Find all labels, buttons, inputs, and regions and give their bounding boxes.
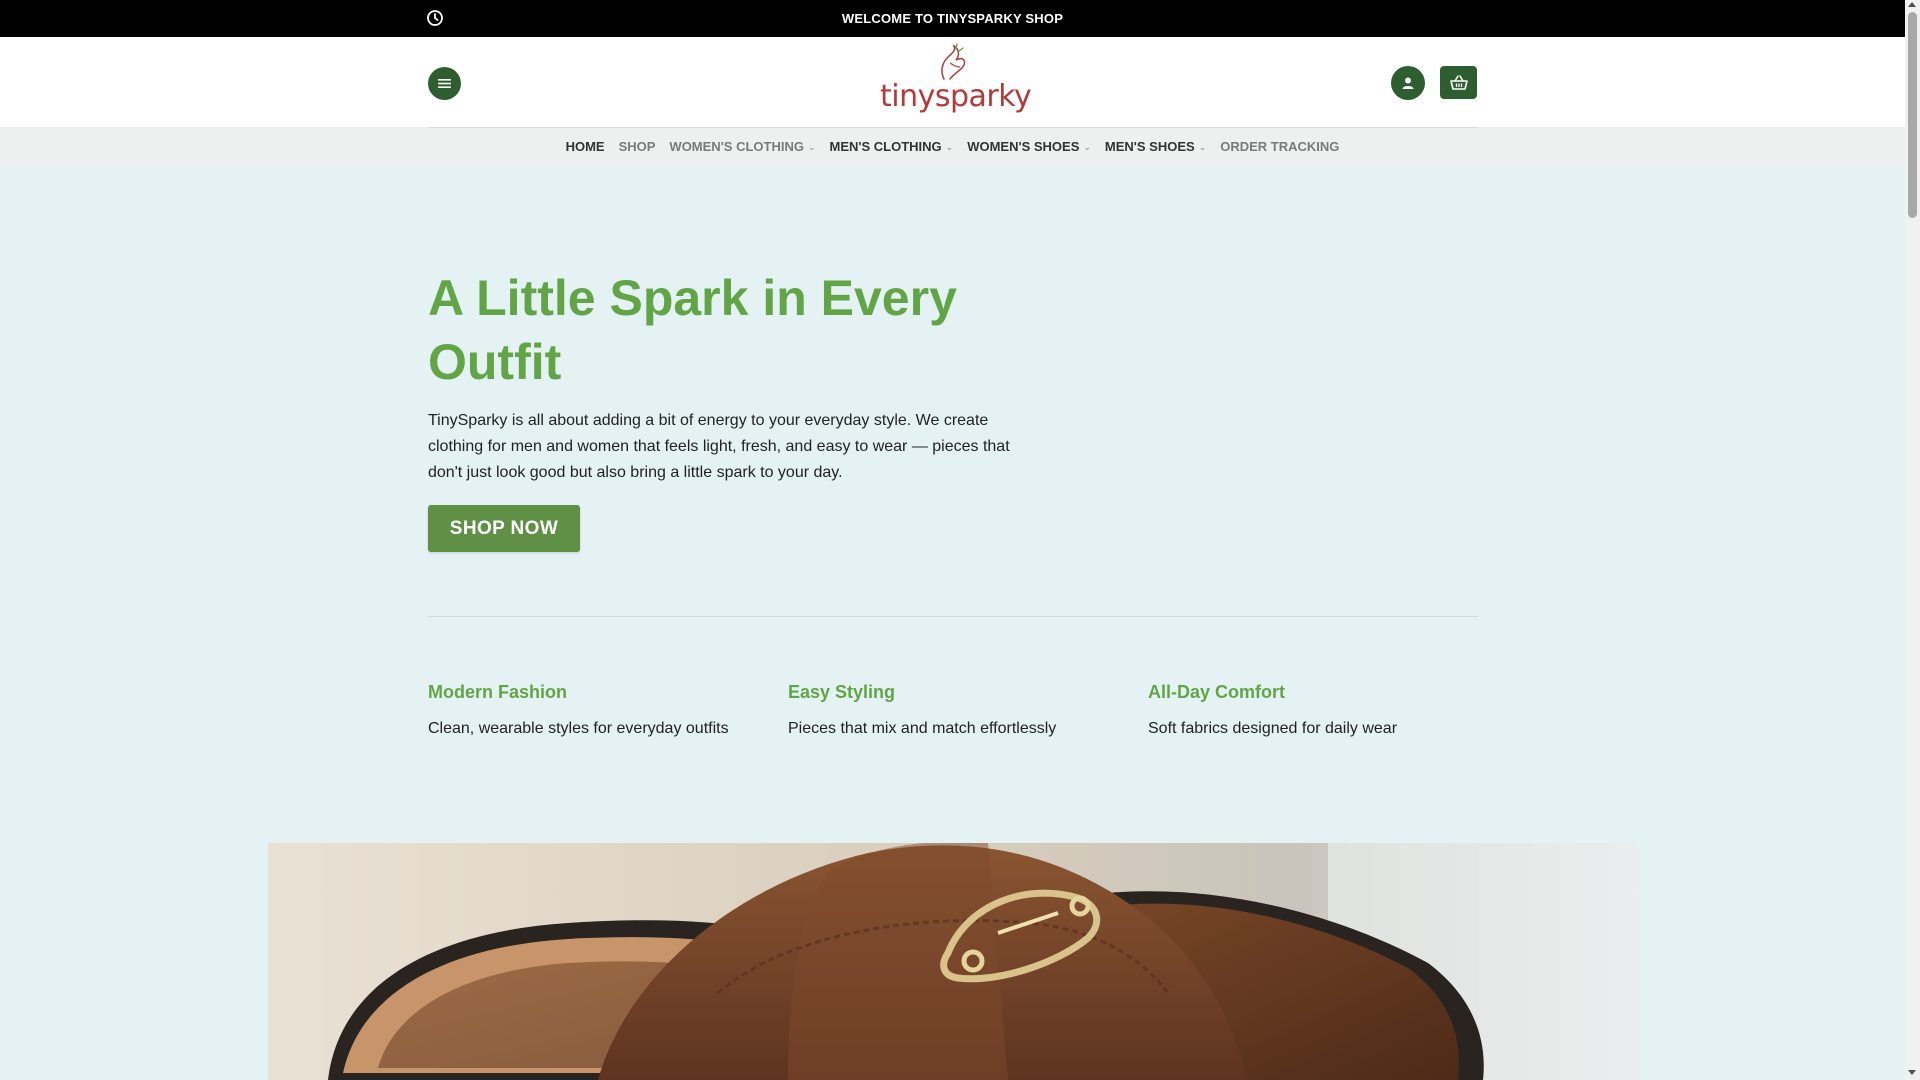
nav-shop[interactable]: SHOP: [619, 139, 656, 154]
feature-text: Pieces that mix and match effortlessly: [788, 720, 1057, 737]
hamburger-icon: [438, 79, 451, 88]
account-button[interactable]: [1391, 66, 1425, 100]
nav-order-tracking[interactable]: ORDER TRACKING: [1220, 139, 1339, 154]
logo-wordmark: tinysparky: [880, 79, 1032, 114]
feature-title: Modern Fashion: [428, 682, 567, 702]
nav-womens-shoes[interactable]: WOMEN'S SHOES ⌄: [967, 139, 1091, 154]
nav-womens-clothing-label: WOMEN'S CLOTHING: [669, 139, 804, 154]
nav-mens-shoes-label: MEN'S SHOES: [1104, 139, 1195, 154]
feature-title: Easy Styling: [788, 682, 896, 702]
nav-mens-shoes[interactable]: MEN'S SHOES ⌄: [1105, 139, 1206, 154]
nav-divider: [428, 127, 1478, 128]
shop-now-button[interactable]: SHOP NOW: [428, 505, 580, 552]
feature-easy-styling: Easy Styling Pieces that mix and match e…: [788, 682, 1108, 738]
feature-text: Soft fabrics designed for daily wear: [1148, 720, 1398, 737]
user-icon: [1402, 77, 1414, 89]
hero-banner-image: [268, 843, 1638, 1080]
nav-womens-clothing[interactable]: WOMEN'S CLOTHING ⌄: [669, 139, 815, 154]
nav-home[interactable]: HOME: [566, 139, 605, 154]
basket-icon: [1449, 74, 1468, 90]
feature-title: All-Day Comfort: [1148, 682, 1286, 702]
chevron-down-icon: ⌄: [945, 142, 954, 152]
chevron-down-icon: ⌄: [1198, 142, 1207, 152]
site-logo[interactable]: tinysparky: [880, 43, 1032, 119]
feature-modern-fashion: Modern Fashion Clean, wearable styles fo…: [428, 682, 748, 738]
cart-button[interactable]: [1440, 66, 1477, 99]
chevron-down-icon: ⌄: [1083, 142, 1091, 152]
nav-shop-label: SHOP: [618, 139, 656, 154]
welcome-text: WELCOME TO TINYSPARKY SHOP: [841, 11, 1064, 26]
announcement-bar: WELCOME TO TINYSPARKY SHOP: [0, 0, 1905, 37]
loafer-shoes-image: [268, 843, 1638, 1080]
menu-button[interactable]: [428, 67, 461, 100]
chevron-down-icon: ⌄: [807, 142, 816, 152]
nav-mens-clothing[interactable]: MEN'S CLOTHING ⌄: [830, 139, 954, 154]
logo-hand-icon: [941, 43, 966, 80]
hero-title-line2: Outfit: [428, 334, 562, 390]
hero-title: A Little Spark in Every Outfit: [428, 266, 1048, 394]
scroll-down-icon[interactable]: [1908, 1070, 1916, 1075]
scrollbar-thumb[interactable]: [1908, 12, 1917, 218]
feature-text: Clean, wearable styles for everyday outf…: [428, 720, 729, 737]
nav-home-label: HOME: [565, 139, 605, 154]
site-header: tinysparky: [0, 37, 1905, 127]
hero-description: TinySparky is all about adding a bit of …: [428, 412, 1010, 481]
nav-order-tracking-label: ORDER TRACKING: [1220, 139, 1340, 154]
scroll-up-icon[interactable]: [1908, 2, 1916, 7]
nav-mens-clothing-label: MEN'S CLOTHING: [829, 139, 942, 154]
main-nav: HOME SHOP WOMEN'S CLOTHING ⌄ MEN'S CLOTHI…: [0, 127, 1905, 166]
section-divider: [428, 616, 1478, 617]
feature-all-day-comfort: All-Day Comfort Soft fabrics designed fo…: [1148, 682, 1468, 738]
nav-womens-shoes-label: WOMEN'S SHOES: [967, 139, 1080, 154]
hero-title-line1: A Little Spark in Every: [428, 270, 957, 326]
page-scrollbar[interactable]: [1905, 0, 1920, 1080]
